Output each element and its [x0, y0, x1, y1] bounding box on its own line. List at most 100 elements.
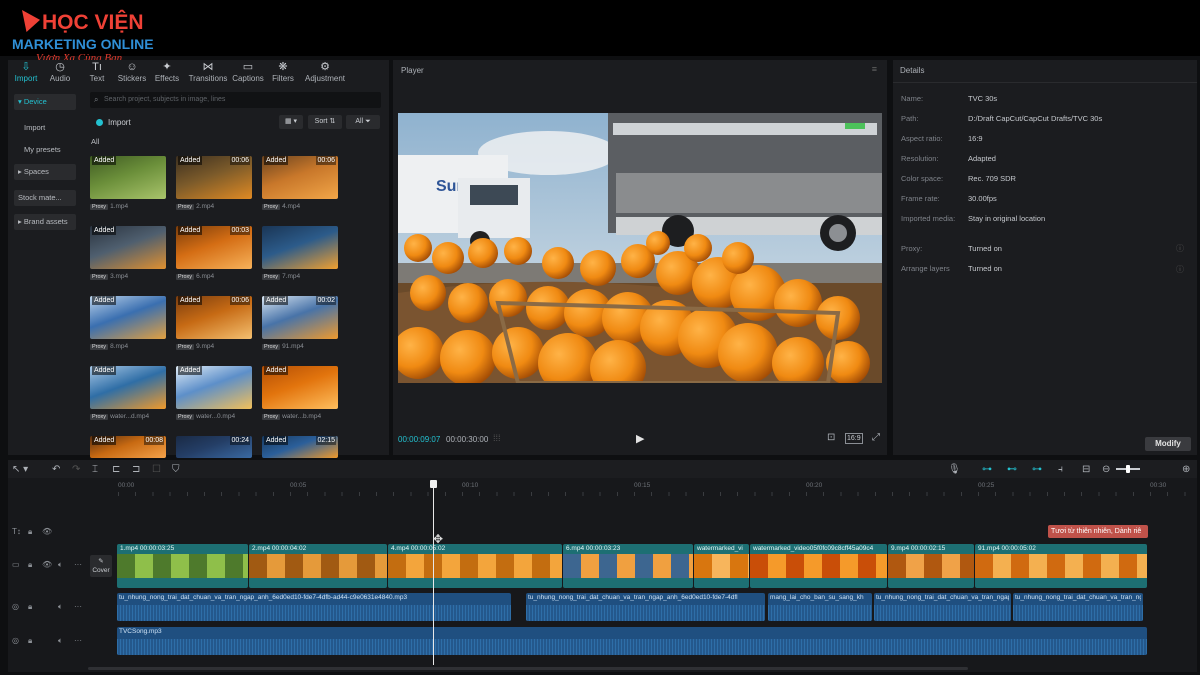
audio-clip[interactable]: tu_nhung_nong_trai_dat_chuan_va_tran_nga…	[1013, 593, 1143, 621]
grid-icon: ▦ ▾	[284, 118, 298, 125]
preview-axis-icon[interactable]: ⫞	[1058, 463, 1063, 477]
lock-icon[interactable]: 🔒︎	[28, 602, 32, 612]
media-thumbnail[interactable]: Added 00:06	[176, 156, 252, 199]
more-icon[interactable]: ···	[74, 636, 82, 645]
nav-item-2[interactable]: My presets	[14, 142, 76, 158]
playhead[interactable]	[433, 480, 434, 665]
video-clip[interactable]: 1.mp4 00:00:03:25	[117, 544, 248, 588]
details-divider	[893, 82, 1197, 83]
audio-clip[interactable]: tu_nhung_nong_trai_dat_chuan_va_tran_nga…	[874, 593, 1011, 621]
aspect-ratio-button[interactable]: 16:9	[845, 433, 863, 444]
more-icon[interactable]: ···	[74, 560, 82, 569]
volume-icon[interactable]: 🔈︎	[58, 602, 63, 612]
clip-thumbnails	[249, 554, 387, 578]
media-thumbnail[interactable]: Added	[262, 366, 338, 409]
timecode-mode-icon[interactable]: ⁞⁞⁞	[493, 433, 501, 443]
media-thumbnail[interactable]: Added 00:08	[90, 436, 166, 458]
auto-snap-icon[interactable]: ⊷	[1007, 463, 1017, 477]
media-thumbnail[interactable]: Added 00:03	[176, 226, 252, 269]
video-preview[interactable]: Sun	[398, 113, 882, 383]
audio-clip[interactable]: tu_nhung_nong_trai_dat_chuan_va_tran_nga…	[526, 593, 765, 621]
lock-icon[interactable]: 🔒︎	[28, 636, 32, 646]
volume-icon[interactable]: 🔈︎	[58, 636, 63, 646]
zoom-in-icon[interactable]: ⊕	[1182, 463, 1190, 477]
tab-import[interactable]: ⇩ Import	[10, 60, 42, 84]
tab-text[interactable]: Tı Text	[84, 60, 110, 84]
tab-audio[interactable]: ◷ Audio	[44, 60, 76, 84]
clip-thumbnails	[888, 554, 974, 578]
caption-icon[interactable]: ⊟	[1082, 463, 1090, 477]
playhead-handle[interactable]	[430, 480, 437, 488]
nav-item-0[interactable]: ▾ Device	[14, 94, 76, 110]
import-button[interactable]: Import	[96, 116, 144, 130]
tab-effects[interactable]: ✦ Effects	[152, 60, 182, 84]
clip-label: 2.mp4 00:00:04:02	[252, 545, 307, 552]
media-thumbnail[interactable]: Added 00:02	[262, 296, 338, 339]
play-button[interactable]: ▶	[636, 432, 644, 445]
eye-icon[interactable]: 👁︎	[42, 527, 52, 536]
mark-icon[interactable]: ⛉	[172, 463, 180, 477]
view-toggle-button[interactable]: ▦ ▾	[279, 115, 303, 129]
video-clip[interactable]: 2.mp4 00:00:04:02	[249, 544, 387, 588]
filter-all-button[interactable]: All ⏷	[346, 115, 380, 129]
split-right-icon[interactable]: ⊐	[132, 463, 140, 477]
main-track-link-icon[interactable]: ⊶	[982, 463, 992, 477]
redo-icon[interactable]: ↷	[72, 463, 80, 477]
sort-button[interactable]: Sort ⇅	[308, 115, 342, 129]
lock-icon[interactable]: 🔒︎	[28, 527, 32, 537]
video-clip[interactable]: 91.mp4 00:00:05:02	[975, 544, 1147, 588]
video-clip[interactable]: 6.mp4 00:00:03:23	[563, 544, 693, 588]
layers-info-icon[interactable]: ⓘ	[1176, 264, 1184, 275]
media-thumbnail[interactable]: Added	[90, 156, 166, 199]
volume-icon[interactable]: 🔈︎	[58, 560, 63, 570]
undo-icon[interactable]: ↶	[52, 463, 60, 477]
fullscreen-icon[interactable]: ⤢	[872, 432, 880, 443]
zoom-fit-icon[interactable]: ⊡	[827, 432, 835, 443]
more-icon[interactable]: ···	[74, 602, 82, 611]
media-thumbnail[interactable]	[262, 226, 338, 269]
video-clip[interactable]: 9.mp4 00:00:02:15	[888, 544, 974, 588]
zoom-slider-handle[interactable]	[1126, 465, 1130, 473]
tab-captions[interactable]: ▭ Captions	[230, 60, 266, 84]
eye-icon[interactable]: 👁︎	[42, 560, 52, 569]
microphone-icon[interactable]: 🎙	[948, 463, 961, 477]
media-thumbnail[interactable]: Added	[90, 296, 166, 339]
text-clip[interactable]: Tươi từ thiên nhiên, Dành riê	[1048, 525, 1148, 538]
video-clip[interactable]: watermarked_video05f0fc09c8cff45a09c4	[750, 544, 887, 588]
split-left-icon[interactable]: ⊏	[112, 463, 120, 477]
media-thumbnail[interactable]: Added 00:06	[262, 156, 338, 199]
media-thumbnail[interactable]: Added 00:06	[176, 296, 252, 339]
proxy-info-icon[interactable]: ⓘ	[1176, 243, 1184, 254]
video-clip[interactable]: 4.mp4 00:00:05:02	[388, 544, 562, 588]
media-name: 1.mp4	[110, 203, 129, 210]
split-icon[interactable]: ⌶	[92, 463, 98, 477]
media-search-input[interactable]: ⌕ Search project, subjects in image, lin…	[90, 92, 381, 108]
zoom-out-icon[interactable]: ⊖	[1102, 463, 1110, 477]
music-clip[interactable]: TVCSong.mp3	[117, 627, 1147, 655]
lock-icon[interactable]: 🔒︎	[28, 560, 32, 570]
nav-item-5[interactable]: ▸ Brand assets	[14, 214, 76, 230]
tab-stickers[interactable]: ☺ Stickers	[114, 60, 150, 84]
video-clip[interactable]: watermarked_vi	[694, 544, 749, 588]
tab-transitions[interactable]: ⋈ Transitions	[186, 60, 230, 84]
media-thumbnail[interactable]: Added	[90, 226, 166, 269]
audio-clip[interactable]: tu_nhung_nong_trai_dat_chuan_va_tran_nga…	[117, 593, 511, 621]
nav-item-3[interactable]: ▸ Spaces	[14, 164, 76, 180]
added-badge: Added	[178, 226, 203, 235]
cover-button[interactable]: ✎ Cover	[90, 555, 112, 577]
media-thumbnail[interactable]: Added	[176, 366, 252, 409]
nav-item-4[interactable]: Stock mate...	[14, 190, 76, 206]
select-tool-icon[interactable]: ↖ ▾	[12, 463, 28, 477]
delete-icon[interactable]: ☐	[152, 463, 161, 477]
linkage-icon[interactable]: ⊶	[1032, 463, 1042, 477]
horizontal-scrollbar[interactable]	[88, 667, 968, 670]
audio-clip[interactable]: mang_lai_cho_ban_su_sang_kh	[768, 593, 872, 621]
media-thumbnail[interactable]: Added	[90, 366, 166, 409]
media-thumbnail[interactable]: 00:24	[176, 436, 252, 458]
player-menu-icon[interactable]: ≡	[872, 64, 877, 74]
media-thumbnail[interactable]: Added 02:15	[262, 436, 338, 458]
modify-button[interactable]: Modify	[1145, 437, 1191, 451]
tab-filters[interactable]: ❋ Filters	[270, 60, 296, 84]
nav-item-1[interactable]: Import	[14, 120, 76, 136]
tab-adjustment[interactable]: ⚙ Adjustment	[302, 60, 348, 84]
